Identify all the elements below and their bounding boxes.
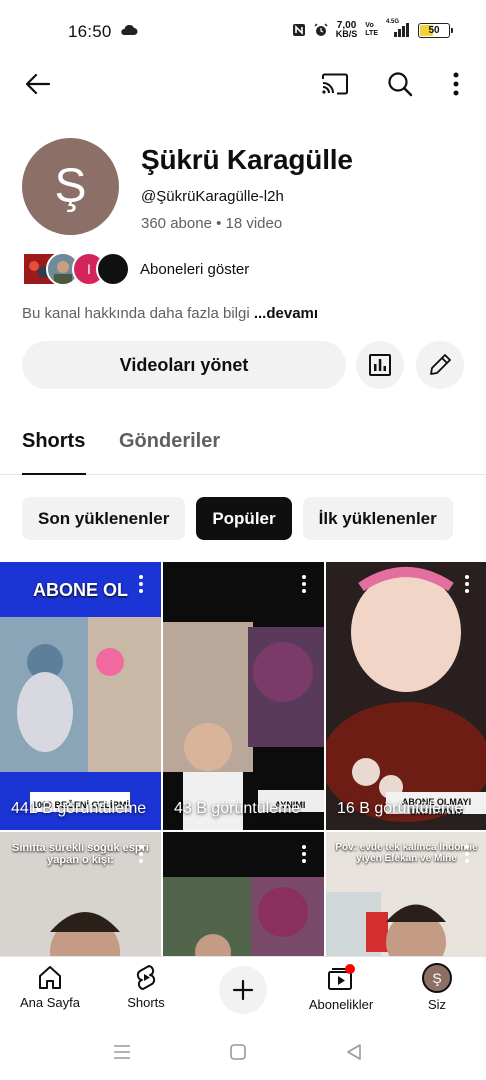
back-arrow-icon[interactable] — [18, 64, 58, 104]
short-more-icon[interactable] — [459, 574, 475, 594]
short-views: 16 B görüntüleme — [337, 800, 464, 817]
nav-subscriptions[interactable]: Abonelikler — [291, 963, 391, 1012]
manage-videos-button[interactable]: Videoları yönet — [22, 341, 346, 389]
channel-handle: @ŞükrüKaragülle-l2h — [141, 188, 284, 205]
active-tab-indicator — [22, 473, 86, 475]
chip-popular[interactable]: Popüler — [196, 497, 292, 540]
cast-icon[interactable] — [315, 64, 355, 104]
status-time: 16:50 — [68, 22, 112, 41]
volte-indicator: Vo LTE — [365, 22, 378, 37]
nav-you[interactable]: Ş Siz — [387, 963, 486, 1012]
short-more-icon[interactable] — [296, 844, 312, 864]
home-square-icon[interactable] — [226, 1040, 250, 1064]
chip-recent[interactable]: Son yüklenenler — [22, 497, 186, 540]
short-item[interactable]: ABONE OLMAYI UNUTMAYIN 16 B görüntüleme — [326, 562, 486, 830]
subscriber-avatars: I — [22, 252, 130, 286]
short-thumbnail — [163, 562, 324, 830]
add-icon — [232, 979, 254, 1001]
tab-shorts[interactable]: Shorts — [22, 430, 85, 453]
subscriptions-icon — [328, 964, 355, 990]
create-button[interactable] — [219, 966, 267, 1014]
battery-icon: 50 — [418, 22, 453, 38]
notification-dot — [345, 964, 355, 974]
short-item[interactable]: Sınıfta sürekli soğuk espri yapan o kişi… — [0, 832, 161, 956]
short-item[interactable]: AYNIMI 43 B görüntüleme — [163, 562, 324, 830]
short-more-icon[interactable] — [459, 844, 475, 864]
tab-posts[interactable]: Gönderiler — [119, 430, 220, 453]
short-more-icon[interactable] — [133, 574, 149, 594]
nav-home[interactable]: Ana Sayfa — [0, 963, 100, 1010]
home-icon — [39, 966, 61, 989]
analytics-button[interactable] — [356, 341, 404, 389]
channel-name: Şükrü Karagülle — [141, 144, 353, 175]
signal-icon: 4.5G — [386, 19, 410, 37]
short-views: 43 B görüntüleme — [174, 800, 301, 817]
profile-avatar-icon: Ş — [422, 963, 452, 993]
subscriber-avatar — [96, 252, 130, 286]
subscribers-row[interactable]: I Aboneleri göster — [22, 252, 249, 286]
top-app-bar — [0, 64, 486, 104]
chip-oldest[interactable]: İlk yüklenenler — [302, 497, 453, 540]
sort-chips: Son yüklenenler Popüler İlk yüklenenler — [22, 497, 453, 540]
channel-avatar[interactable]: Ş — [22, 138, 119, 235]
short-caption-top: Pov: evde tek kalınca İndomie yiyen Efek… — [335, 842, 478, 864]
short-caption-top: ABONE OL — [32, 580, 128, 600]
channel-tabs: Shorts Gönderiler — [0, 418, 486, 475]
nfc-icon — [292, 24, 305, 36]
channel-about[interactable]: Bu kanal hakkında daha fazla bilgi ...de… — [22, 305, 318, 322]
recents-icon[interactable] — [110, 1040, 134, 1064]
back-triangle-icon[interactable] — [342, 1040, 366, 1064]
pencil-icon — [430, 354, 451, 375]
shorts-grid: ABONE OL 1000 BEĞENİ GELİRMİ 441 B görün… — [0, 562, 486, 956]
analytics-icon — [369, 354, 391, 376]
network-speed: 7,00 KB/S — [335, 20, 358, 39]
cloud-icon — [121, 24, 138, 35]
short-more-icon[interactable] — [133, 844, 149, 864]
short-views: 441 B görüntüleme — [11, 800, 147, 817]
bottom-navigation: Ana Sayfa Shorts Abonelikler Ş Siz — [0, 956, 486, 1026]
short-item[interactable]: Pov: evde tek kalınca İndomie yiyen Efek… — [326, 832, 486, 956]
about-more-link[interactable]: ...devamı — [254, 305, 318, 322]
system-navigation — [0, 1026, 486, 1080]
short-item[interactable]: ABONE OL 1000 BEĞENİ GELİRMİ 441 B görün… — [0, 562, 161, 830]
more-vert-icon[interactable] — [436, 64, 476, 104]
status-bar: 16:50 7,00 KB/S Vo LTE 4.5G 50 — [0, 0, 486, 64]
short-item[interactable] — [163, 832, 324, 956]
alarm-icon — [314, 23, 328, 36]
short-thumbnail — [0, 562, 161, 830]
show-subscribers-link[interactable]: Aboneleri göster — [140, 261, 249, 278]
short-more-icon[interactable] — [296, 574, 312, 594]
status-icons: 7,00 KB/S Vo LTE 4.5G 50 — [292, 19, 453, 39]
channel-stats: 360 abone • 18 video — [141, 215, 283, 232]
edit-channel-button[interactable] — [416, 341, 464, 389]
search-icon[interactable] — [380, 64, 420, 104]
short-caption-top: Sınıfta sürekli soğuk espri yapan o kişi… — [12, 842, 149, 866]
short-thumbnail — [326, 562, 486, 830]
shorts-icon — [136, 965, 156, 990]
nav-shorts[interactable]: Shorts — [96, 963, 196, 1010]
